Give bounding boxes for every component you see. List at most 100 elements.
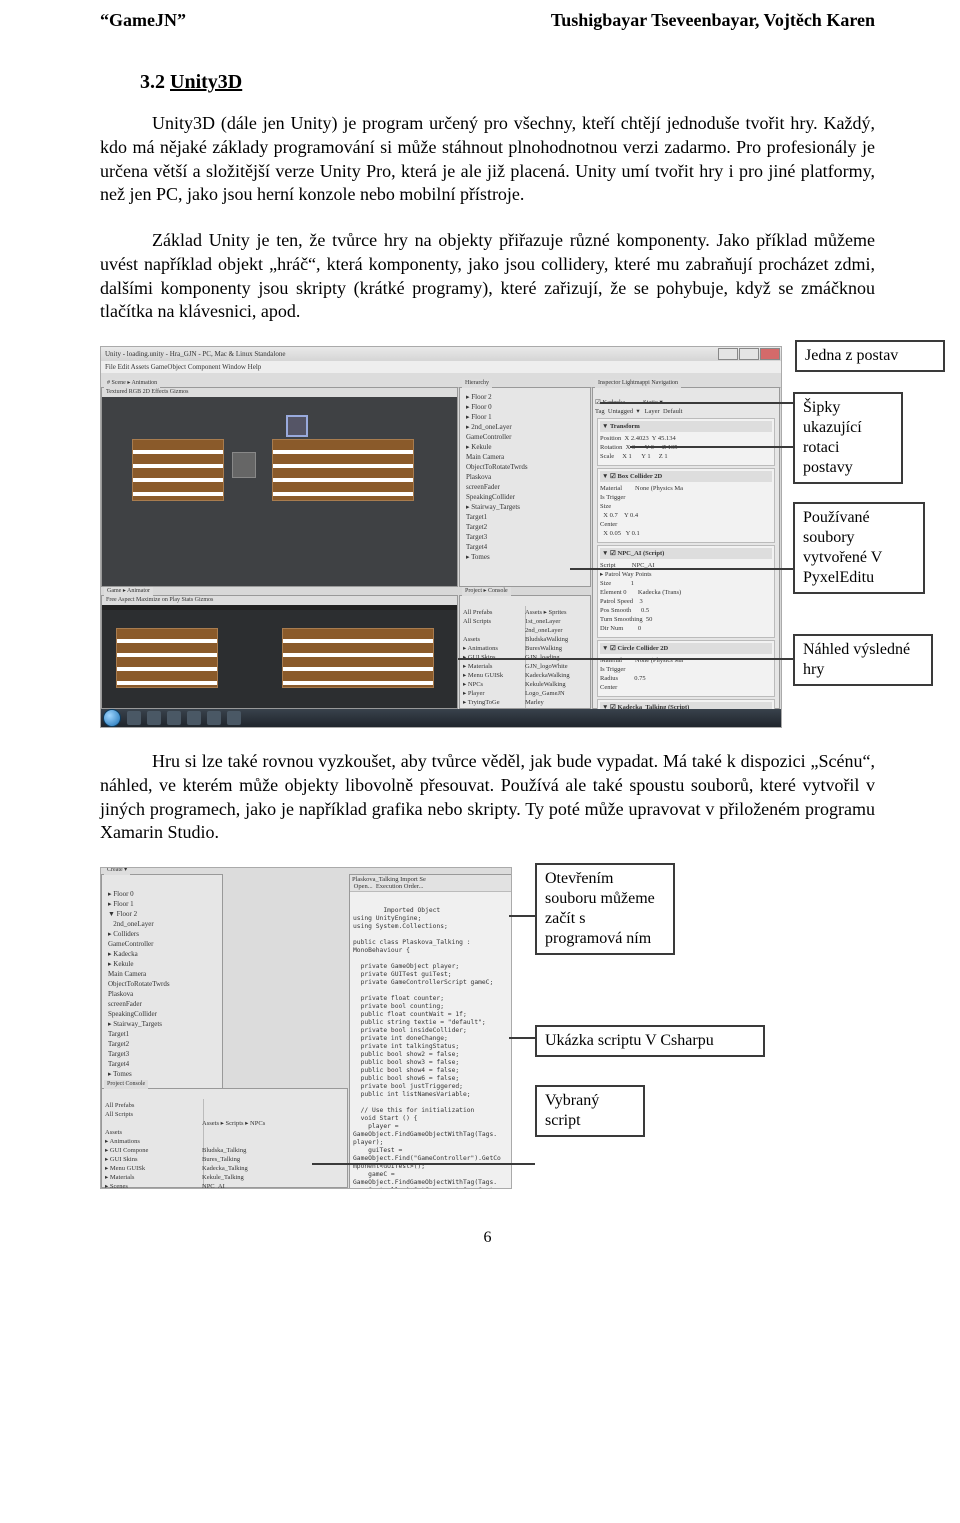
game-toolbar[interactable]: Free Aspect Maximize on Play Stats Gizmo… <box>102 596 457 605</box>
project-path: Assets ▸ Scripts ▸ NPCs <box>202 1119 345 1128</box>
callout-label-open: Otevřením souboru můžeme začít s program… <box>535 863 675 955</box>
game-tab[interactable]: Game ▸ Animator <box>104 587 153 596</box>
header-left: “GameJN” <box>100 10 186 31</box>
project-tab-2[interactable]: Project Console <box>104 1080 148 1089</box>
field-row[interactable]: Pos Smooth 0.5 <box>600 606 772 615</box>
field-row[interactable]: Size <box>600 502 772 511</box>
scene-panel[interactable]: # Scene ▸ Animation Textured RGB 2D Effe… <box>101 387 458 587</box>
figure-1: Unity - loading.unity - Hra_GJN - PC, Ma… <box>100 346 875 728</box>
field-row[interactable]: ▸ Patrol Way Points <box>600 570 772 579</box>
field-row[interactable]: Dir Num 0 <box>600 624 772 633</box>
inspector-circle-collider[interactable]: ▼ ☑ Circle Collider 2D Material None (Ph… <box>597 640 775 697</box>
inspector-tag-row[interactable]: Tag Untagged ▾ Layer Default <box>595 407 777 416</box>
project-tab[interactable]: Project ▸ Console <box>462 587 511 596</box>
windows-taskbar[interactable] <box>101 709 781 727</box>
game-object <box>282 628 434 688</box>
taskbar-icon[interactable] <box>187 711 201 725</box>
hierarchy-tab[interactable]: Hierarchy <box>462 379 492 388</box>
hierarchy-panel[interactable]: Hierarchy ▸ Floor 2 ▸ Floor 0 ▸ Floor 1 … <box>459 387 591 587</box>
project-tree[interactable]: All Prefabs All Scripts Assets ▸ Animati… <box>460 606 526 708</box>
game-viewport <box>102 610 457 708</box>
component-title[interactable]: ▼ Transform <box>600 421 772 432</box>
scene-tab[interactable]: # Scene ▸ Animation <box>104 379 160 388</box>
field-row[interactable]: Center <box>600 683 772 692</box>
project-panel-2[interactable]: Project Console All Prefabs All Scripts … <box>101 1088 348 1188</box>
component-title[interactable]: ▼ ☑ Circle Collider 2D <box>600 643 772 654</box>
inspector-box-collider[interactable]: ▼ ☑ Box Collider 2D Material None (Physi… <box>597 468 775 543</box>
callout-label-arrows: Šipky ukazující rotaci postavy <box>793 392 903 484</box>
section-name: Unity3D <box>170 71 242 93</box>
callout-label-csharp: Ukázka scriptu V Csharpu <box>535 1025 765 1057</box>
field-row[interactable]: Is Trigger <box>600 665 772 674</box>
scene-object[interactable] <box>132 439 224 501</box>
hierarchy-items-2[interactable]: ▸ Floor 0 ▸ Floor 1 ▼ Floor 2 2nd_oneLay… <box>102 885 222 1079</box>
hierarchy-panel-2[interactable]: Create ▾ ▸ Floor 0 ▸ Floor 1 ▼ Floor 2 2… <box>101 874 223 1094</box>
callout-line <box>509 915 535 917</box>
window-titlebar: Unity - loading.unity - Hra_GJN - PC, Ma… <box>101 347 781 362</box>
inspector-panel[interactable]: Inspector Lightmappi Navigation ☑ Kadeck… <box>592 387 780 709</box>
selected-character[interactable] <box>286 415 308 437</box>
hierarchy-items[interactable]: ▸ Floor 2 ▸ Floor 0 ▸ Floor 1 ▸ 2nd_oneL… <box>460 388 590 562</box>
transform-position[interactable]: Position X 2.4023 Y 45.134 <box>600 434 772 443</box>
scene-toolbar[interactable]: Textured RGB 2D Effects Gizmos <box>102 388 457 397</box>
script-source-text: Imported Object using UnityEngine; using… <box>353 907 501 1189</box>
callout-line <box>630 446 793 448</box>
component-title[interactable]: ▼ ☑ Box Collider 2D <box>600 471 772 482</box>
component-title[interactable]: ▼ ☑ NPC_AI (Script) <box>600 548 772 559</box>
callout-label-files: Používané soubory vytvořené V PyxelEditu <box>793 502 925 594</box>
project-script-list[interactable]: Bludska_Talking Bures_Talking Kadecka_Ta… <box>202 1146 345 1189</box>
page-number: 6 <box>100 1229 875 1247</box>
hierarchy-create[interactable]: Create ▾ <box>104 867 130 875</box>
section-number: 3.2 <box>140 71 165 93</box>
field-row[interactable]: Patrol Speed 3 <box>600 597 772 606</box>
transform-scale[interactable]: Scale X 1 Y 1 Z 1 <box>600 452 772 461</box>
field-row[interactable]: Is Trigger <box>600 493 772 502</box>
script-source-panel[interactable]: Plaskova_Talking Import Se Open... Execu… <box>349 874 512 1189</box>
paragraph-3: Hru si lze také rovnou vyzkoušet, aby tv… <box>100 750 875 845</box>
field-row[interactable]: Material None (Physics Ma <box>600 484 772 493</box>
callout-label-preview: Náhled výsledné hry <box>793 634 933 686</box>
figure-2: Create ▾ ▸ Floor 0 ▸ Floor 1 ▼ Floor 2 2… <box>100 867 875 1189</box>
taskbar-icon[interactable] <box>207 711 221 725</box>
scene-object[interactable] <box>272 439 414 501</box>
section-title: 3.2 Unity3D <box>140 71 875 94</box>
taskbar-icon[interactable] <box>127 711 141 725</box>
maximize-icon[interactable] <box>739 348 759 360</box>
project-assets-2[interactable]: Assets ▸ Scripts ▸ NPCs Bludska_Talking … <box>199 1099 347 1187</box>
field-row[interactable]: X 0.7 Y 0.4 <box>600 511 772 520</box>
paragraph-2: Základ Unity je ten, že tvůrce hry na ob… <box>100 229 875 324</box>
paragraph-1: Unity3D (dále jen Unity) je program urče… <box>100 112 875 207</box>
window-title: Unity - loading.unity - Hra_GJN - PC, Ma… <box>105 350 285 358</box>
page-header: “GameJN” Tushigbayar Tseveenbayar, Vojtě… <box>100 10 875 31</box>
field-row[interactable]: Radius 0.75 <box>600 674 772 683</box>
taskbar-icon[interactable] <box>147 711 161 725</box>
field-row[interactable]: X 0.05 Y 0.1 <box>600 529 772 538</box>
close-icon[interactable] <box>760 348 780 360</box>
game-panel[interactable]: Game ▸ Animator Free Aspect Maximize on … <box>101 595 458 709</box>
script-import-header[interactable]: Plaskova_Talking Import Se Open... Execu… <box>350 875 512 892</box>
callout-line <box>600 402 795 404</box>
inspector-transform[interactable]: ▼ Transform Position X 2.4023 Y 45.134 R… <box>597 418 775 466</box>
xamarin-screenshot: Create ▾ ▸ Floor 0 ▸ Floor 1 ▼ Floor 2 2… <box>100 867 512 1189</box>
field-row[interactable]: Size 1 <box>600 579 772 588</box>
window-controls[interactable] <box>718 348 780 360</box>
callout-line <box>458 658 793 660</box>
inspector-npc-ai[interactable]: ▼ ☑ NPC_AI (Script) Script NPC_AI ▸ Patr… <box>597 545 775 638</box>
project-panel[interactable]: Project ▸ Console All Prefabs All Script… <box>459 595 591 709</box>
field-row[interactable]: Turn Smoothing 50 <box>600 615 772 624</box>
start-button-icon[interactable] <box>103 709 121 727</box>
callout-line <box>570 568 793 570</box>
inspector-tab[interactable]: Inspector Lightmappi Navigation <box>595 379 681 388</box>
header-right: Tushigbayar Tseveenbayar, Vojtěch Karen <box>551 10 875 31</box>
project-assets[interactable]: Assets ▸ Sprites 1st_oneLayer 2nd_oneLay… <box>522 606 590 708</box>
minimize-icon[interactable] <box>718 348 738 360</box>
taskbar-icon[interactable] <box>167 711 181 725</box>
taskbar-icon[interactable] <box>227 711 241 725</box>
project-tree-2[interactable]: All Prefabs All Scripts Assets ▸ Animati… <box>102 1099 204 1187</box>
field-row[interactable]: Element 0 Kadecka (Trans) <box>600 588 772 597</box>
callout-line <box>509 1037 535 1039</box>
scene-object[interactable] <box>232 452 256 478</box>
callout-label-selected: Vybraný script <box>535 1085 645 1137</box>
field-row[interactable]: Center <box>600 520 772 529</box>
scene-viewport[interactable] <box>102 397 457 586</box>
